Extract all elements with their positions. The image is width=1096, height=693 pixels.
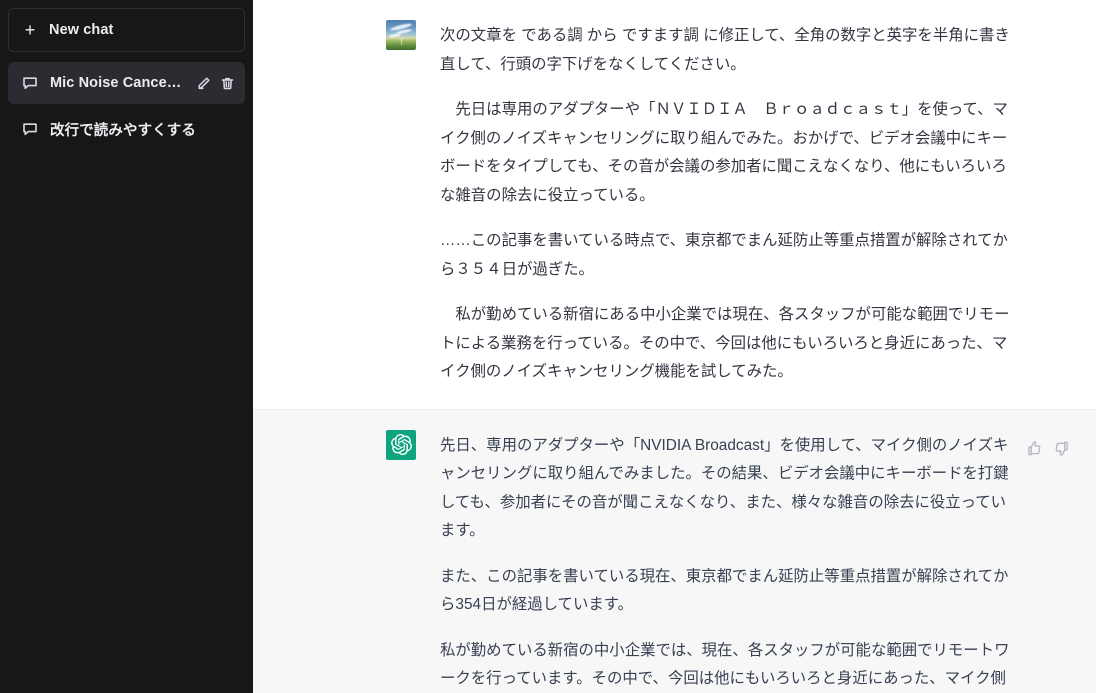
paragraph: ……この記事を書いている時点で、東京都でまん延防止等重点措置が解除されてから３５…	[440, 232, 1008, 278]
feedback-actions	[1026, 440, 1070, 457]
thumbs-down-icon[interactable]	[1053, 440, 1070, 457]
paragraph: また、この記事を書いている現在、東京都でまん延防止等重点措置が解除されてから35…	[440, 567, 1009, 614]
chatgpt-app: + New chat Mic Noise Cancelling 改行で読みやすく…	[0, 0, 1096, 693]
avatar	[386, 20, 416, 50]
chat-bubble-icon	[22, 75, 38, 91]
paragraph: 先日、専用のアダプターや「NVIDIA Broadcast」を使用して、マイク側…	[440, 436, 1009, 540]
paragraph: 私が勤めている新宿の中小企業では、現在、各スタッフが可能な範囲でリモートワークを…	[440, 641, 1010, 688]
conversation-actions	[196, 76, 235, 91]
conversation-panel: 次の文章を である調 から ですます調 に修正して、全角の数字と英字を半角に書き…	[253, 0, 1096, 693]
pencil-icon[interactable]	[196, 76, 211, 91]
new-chat-label: New chat	[49, 22, 114, 38]
cloud-shape	[388, 33, 402, 38]
chat-bubble-icon	[22, 121, 38, 137]
new-chat-button[interactable]: + New chat	[8, 8, 245, 52]
sidebar-item-kaigyou[interactable]: 改行で読みやすくする	[8, 108, 245, 150]
assistant-message: 先日、専用のアダプターや「NVIDIA Broadcast」を使用して、マイク側…	[253, 409, 1096, 693]
paragraph: 先日は専用のアダプターや「ＮＶＩＤＩＡ Ｂｒｏａｄｃａｓｔ」を使って、マイク側の…	[440, 101, 1008, 204]
thumbs-up-icon[interactable]	[1026, 440, 1043, 457]
sidebar-item-label: 改行で読みやすくする	[50, 122, 196, 139]
message-text: 先日、専用のアダプターや「NVIDIA Broadcast」を使用して、マイク側…	[440, 432, 1015, 693]
sidebar: + New chat Mic Noise Cancelling 改行で読みやすく…	[0, 0, 253, 693]
sidebar-item-label: Mic Noise Cancelling	[50, 75, 184, 91]
openai-logo-icon	[390, 434, 412, 455]
trash-icon[interactable]	[220, 76, 235, 91]
message-text: 次の文章を である調 から ですます調 に修正して、全角の数字と英字を半角に書き…	[440, 22, 1015, 387]
pole-shape	[401, 38, 402, 45]
message-inner: 先日、専用のアダプターや「NVIDIA Broadcast」を使用して、マイク側…	[253, 429, 1096, 693]
sidebar-item-mic-noise-cancelling[interactable]: Mic Noise Cancelling	[8, 62, 245, 104]
avatar	[386, 429, 416, 460]
paragraph: 次の文章を である調 から ですます調 に修正して、全角の数字と英字を半角に書き…	[440, 27, 1010, 73]
user-message: 次の文章を である調 から ですます調 に修正して、全角の数字と英字を半角に書き…	[253, 0, 1096, 410]
message-inner: 次の文章を である調 から ですます調 に修正して、全角の数字と英字を半角に書き…	[253, 20, 1096, 387]
plus-icon: +	[24, 20, 36, 40]
paragraph: 私が勤めている新宿にある中小企業では現在、各スタッフが可能な範囲でリモートによる…	[440, 306, 1010, 380]
